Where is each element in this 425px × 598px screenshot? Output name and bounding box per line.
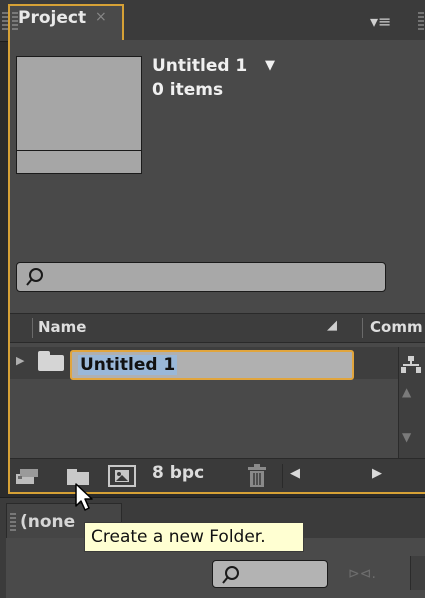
tab-grip[interactable] — [10, 513, 16, 531]
bit-depth-button[interactable]: 8 bpc — [152, 463, 204, 483]
column-divider[interactable] — [362, 318, 363, 338]
search-input[interactable] — [16, 262, 386, 292]
panel-menu-icon[interactable]: ▾≡ — [370, 12, 391, 31]
rename-field-text: Untitled 1 — [78, 355, 178, 375]
search-icon — [26, 268, 43, 286]
flowchart-icon[interactable] — [400, 355, 422, 375]
thumbnail-strip — [16, 150, 142, 174]
rename-field[interactable]: Untitled 1 — [70, 350, 354, 380]
close-icon[interactable]: × — [95, 9, 107, 25]
node-graph-icon[interactable]: ⊳⊲. — [348, 566, 376, 582]
scroll-left-icon[interactable]: ◀ — [290, 466, 300, 481]
mouse-cursor-icon — [75, 483, 93, 511]
column-header-name[interactable]: Name — [38, 318, 86, 336]
folder-icon — [38, 355, 64, 371]
project-name: Untitled 1 — [152, 56, 248, 76]
column-header-comment[interactable]: Comm — [370, 318, 423, 336]
timeline-search-input[interactable] — [212, 560, 328, 588]
item-count: 0 items — [152, 80, 224, 100]
tooltip: Create a new Folder. — [84, 522, 304, 552]
interpret-footage-icon[interactable] — [14, 466, 42, 486]
footer-divider — [282, 464, 283, 488]
tab-project-label: Project — [18, 8, 87, 28]
new-composition-icon[interactable] — [108, 465, 136, 487]
trash-icon[interactable] — [246, 464, 268, 488]
scroll-down-icon[interactable]: ▼ — [402, 430, 411, 444]
tab-composition-label: (none — [20, 512, 76, 532]
lower-panel-edge — [410, 556, 425, 590]
column-divider[interactable] — [32, 318, 33, 338]
chevron-down-icon[interactable]: ▼ — [265, 58, 275, 73]
search-icon — [222, 566, 239, 584]
scroll-right-icon[interactable]: ▶ — [372, 466, 382, 481]
expand-triangle-icon[interactable]: ▶ — [16, 354, 24, 367]
scroll-up-icon[interactable]: ▲ — [402, 385, 411, 399]
sort-indicator-icon[interactable]: ◢ — [327, 318, 337, 333]
panel-grip-right[interactable] — [418, 12, 424, 30]
